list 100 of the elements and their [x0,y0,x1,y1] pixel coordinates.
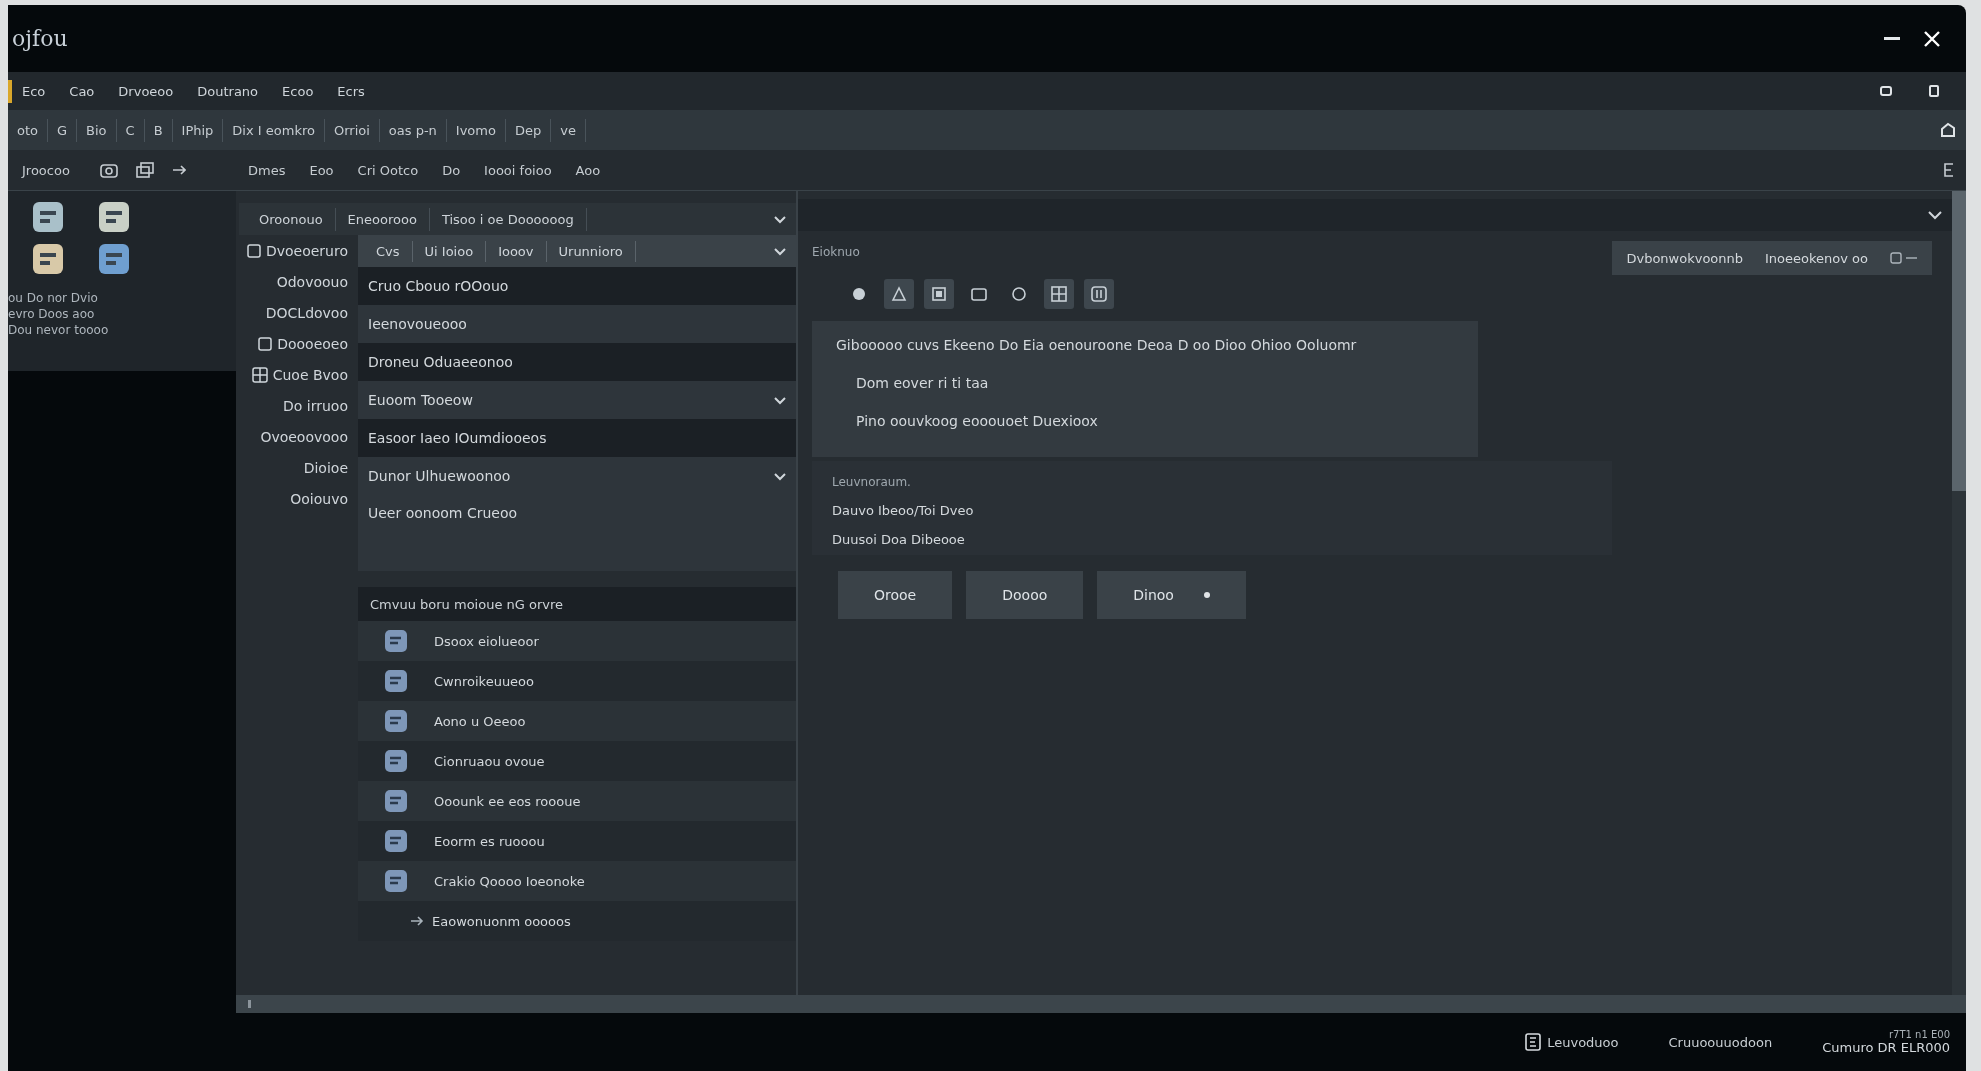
list-heading: Cmvuu boru moioue nG orvre [358,587,796,621]
square-icon [929,284,949,304]
maximize-icon[interactable] [1929,85,1939,97]
toolbar-button[interactable]: Bio [77,118,117,142]
toolbar-button[interactable]: Ivomo [446,118,506,142]
panel-label: ou Do nor Dvio [8,291,99,305]
section-label: Eioknuo [812,245,861,259]
list-item[interactable]: Dsoox eiolueoor [358,621,796,661]
list-item[interactable]: Ooounk ee eos roooue [358,781,796,821]
grid-icon [1049,284,1069,304]
settings-row[interactable]: Cruo Cbouo rOOouo [358,267,796,305]
settings-row[interactable]: Dunor Ulhuewoonoo [358,457,796,495]
toolbar-button[interactable]: Jroocoo [10,158,82,182]
menu-item[interactable]: Ecoo [272,79,324,103]
toolbar-button[interactable]: Do [430,158,473,182]
chevron-down-icon[interactable] [1928,210,1942,220]
toggle-icon[interactable] [1890,252,1918,264]
menu-item[interactable]: Cao [59,79,105,103]
circle-icon [1009,284,1029,304]
triangle-icon [889,284,909,304]
toolbar-button[interactable]: oto [8,118,48,142]
app-icon [384,829,408,853]
grid-icon[interactable] [251,367,268,383]
checkbox[interactable] [258,337,273,351]
toolbar-button[interactable]: Aoo [563,158,613,182]
expand-icon[interactable] [171,164,186,176]
settings-row[interactable]: Easoor Iaeo IOumdiooeos [358,419,796,457]
status-text: Leuvoduoo [1547,1034,1619,1050]
menu-item[interactable]: Drvoeoo [108,79,184,103]
badge-text: Inoeeokenov oo [1765,250,1868,266]
toolbar-button[interactable]: Eoo [297,158,346,182]
app-icon [384,749,408,773]
list-item[interactable]: Aono u Oeeoo [358,701,796,741]
copy-icon[interactable] [135,162,154,178]
toolbar-button[interactable]: Dep [505,118,552,142]
sidebar-item[interactable]: DOCLdovoo [265,305,348,321]
sidebar-item[interactable]: Ovoeoovooo [260,429,348,445]
toolbar-button[interactable]: ve [551,118,586,142]
settings-row[interactable]: Euoom Tooeow [358,381,796,419]
status-text: r7T1 n1 E00 [1888,1029,1950,1040]
sidebar-item[interactable]: Ooiouvo [290,491,348,507]
action-button[interactable]: Orooe [838,571,953,619]
menu-item[interactable]: Ecrs [327,79,375,103]
sidebar-item[interactable]: Cuoe Bvoo [272,367,348,383]
status-text: Cruuoouuodoon [1668,1034,1773,1050]
sidebar-item[interactable]: Odovoouo [276,274,348,290]
sidebar-item[interactable]: Dioioe [303,460,348,476]
filter-tab[interactable]: Tisoo i oe Doooooog [429,207,587,231]
list-item[interactable]: Crakio Qoooo Ioeonoke [358,861,796,901]
checkbox[interactable] [246,244,261,258]
toolbar-button[interactable]: IPhip [172,118,224,142]
status-text: Cumuro DR ELR000 [1822,1040,1950,1055]
toolbar-button[interactable]: Cri Ootco [345,158,431,182]
restore-icon[interactable] [1880,86,1892,96]
toolbar-button[interactable]: Dmes [236,158,298,182]
toolbar-button[interactable]: G [48,118,78,142]
tool-button[interactable] [1044,279,1074,309]
app-icon[interactable] [32,243,64,275]
scroll-marker [248,1000,251,1008]
settings-tab[interactable]: Iooov [486,240,547,262]
panel-label: evro Doos aoo [8,307,96,321]
app-icon[interactable] [98,243,130,275]
info-text: Pino oouvkoog eooouoet Duexioox [855,413,1099,429]
settings-tab[interactable]: Cvs [364,240,413,262]
columns-icon [1089,284,1109,304]
arrow-icon [410,915,424,927]
section-text: Dauvo Ibeoo/Toi Dveo [832,503,975,518]
toolbar-button[interactable]: oas p-n [379,118,447,142]
app-icon[interactable] [98,201,130,233]
menu-item[interactable]: Eco [8,79,56,103]
info-text: Dom eover ri ti taa [855,375,990,391]
filter-tab[interactable]: Eneoorooo [335,207,430,231]
settings-tab[interactable]: Ui Ioioo [412,240,487,262]
menu-item[interactable]: Doutrano [187,79,269,103]
toolbar-button[interactable]: Ioooi foioo [472,158,564,182]
app-icon [384,629,408,653]
camera-icon[interactable] [99,162,118,178]
chevron-down-icon[interactable] [774,214,786,224]
toolbar-button[interactable]: C [116,118,145,142]
toolbar-button[interactable]: Orrioi [324,118,380,142]
settings-row[interactable]: Droneu Oduaeeonoo [358,343,796,381]
settings-tab[interactable]: Urunnioro [546,240,636,262]
tool-button[interactable] [884,279,914,309]
tool-button[interactable] [924,279,954,309]
action-button[interactable]: Doooo [966,571,1084,619]
toolbar-button[interactable]: B [144,118,173,142]
toolbar-button[interactable]: Dix I eomkro [223,118,325,142]
app-icon[interactable] [32,201,64,233]
tool-button[interactable] [1084,279,1114,309]
settings-row[interactable]: Ueer oonoom Crueoo [358,495,796,571]
sidebar-item[interactable]: Dvoeoeruro [265,243,348,259]
chevron-down-icon[interactable] [774,246,786,256]
filter-tab[interactable]: Oroonouo [247,207,336,231]
sidebar-item[interactable]: Do irruoo [283,398,348,414]
sidebar-item[interactable]: Doooeoeo [277,336,348,352]
settings-row[interactable]: Ieenovoueooo [358,305,796,343]
minimize-icon [1884,36,1900,41]
section-label: Leuvnoraum. [832,475,912,489]
dropdown-button[interactable]: Dinoo [1097,571,1246,619]
scrollbar-thumb[interactable] [1952,191,1966,491]
